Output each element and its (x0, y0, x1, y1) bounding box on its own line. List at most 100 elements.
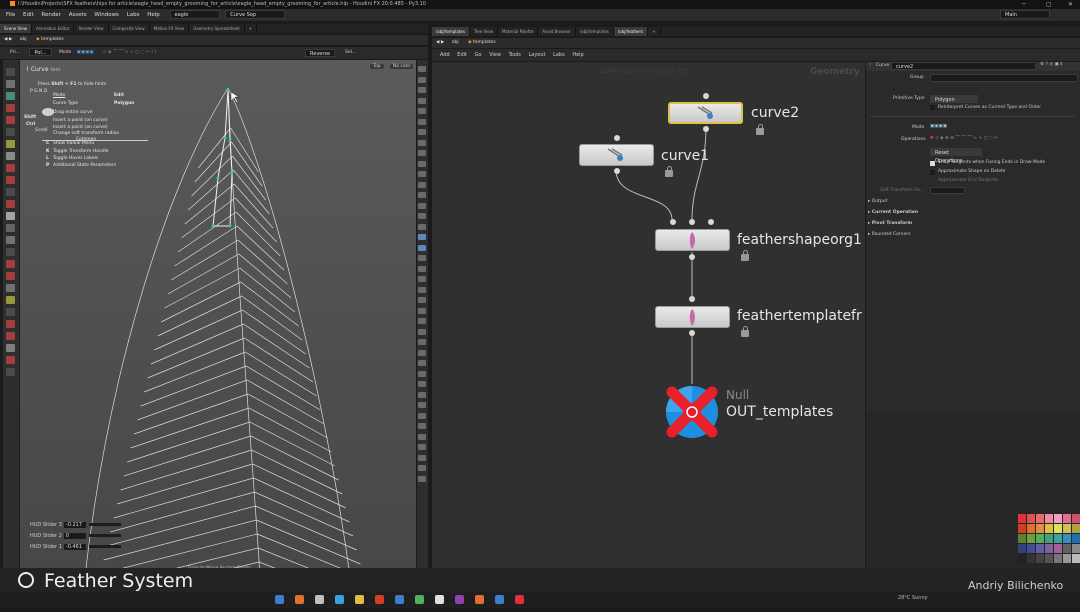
hud-slider-1-track[interactable] (88, 545, 121, 548)
display-option-icon[interactable] (418, 118, 426, 125)
display-option-icon[interactable] (418, 129, 426, 135)
section-pivot-transform[interactable]: ▸ Pivot Transform (868, 221, 912, 226)
tab-composite-view[interactable]: Composite View (109, 24, 150, 33)
net-menu-view[interactable]: View (489, 52, 501, 58)
menu-windows[interactable]: Windows (94, 12, 119, 18)
display-option-icon[interactable] (418, 286, 426, 293)
reverse-button[interactable]: Reverse (305, 49, 336, 57)
tab-scene-view[interactable]: Scene View (0, 24, 32, 33)
operations-buttons[interactable]: ✱ ◇ ◈ ⊕ ⊖ ⌒ ⌒ ⌒ ∿ ∿ ○ ◌ ✂ (930, 135, 998, 141)
maximize-button[interactable]: ▢ (1046, 0, 1052, 9)
net-menu-go[interactable]: Go (475, 52, 482, 58)
lock-icon[interactable] (665, 166, 673, 177)
camera-select[interactable]: No cam (390, 64, 414, 69)
node-out-templates-label[interactable]: OUT_templates (726, 404, 833, 420)
toolbox-tool-icon[interactable] (6, 224, 15, 232)
toolbox-tool-icon[interactable] (6, 284, 15, 292)
reinterpret-checkbox[interactable] (930, 105, 935, 110)
fso-input-port-3[interactable] (708, 219, 714, 225)
display-option-icon[interactable] (418, 97, 426, 104)
soft-transform-field[interactable] (930, 187, 965, 194)
sel-dropdown[interactable]: Sel... (345, 47, 356, 59)
toolbox-tool-icon[interactable] (6, 344, 15, 352)
display-option-icon[interactable] (418, 244, 426, 251)
net-menu-add[interactable]: Add (440, 52, 450, 58)
tab-feathers[interactable]: /obj/feathers (613, 27, 649, 36)
display-option-icon[interactable] (418, 475, 426, 482)
tab-motion-fx-view[interactable]: Motion FX View (150, 24, 190, 33)
hud-slider-3-track[interactable] (88, 523, 121, 526)
reset-operations-button[interactable]: Reset Operations (930, 148, 982, 164)
add-tab-icon-right[interactable]: + (648, 27, 661, 36)
toolbox-tool-icon[interactable] (6, 68, 15, 76)
display-option-icon[interactable] (418, 465, 426, 471)
display-option-icon[interactable] (418, 339, 426, 345)
toolbox-tool-icon[interactable] (6, 164, 15, 172)
network-editor[interactable]: CONFIDENTIAL H20.0.485 Geometry curve2 c… (432, 62, 865, 576)
tab-network-templates[interactable]: /obj/templates (432, 27, 470, 36)
toolbox-tool-icon[interactable] (6, 248, 15, 256)
ftf-output-port[interactable] (689, 330, 695, 336)
node-curve2-label[interactable]: curve2 (751, 105, 799, 121)
tab-render-view[interactable]: Render View (74, 24, 109, 33)
display-option-icon[interactable] (418, 213, 426, 219)
fso-input-port-2[interactable] (689, 219, 695, 225)
display-option-icon[interactable] (418, 265, 426, 272)
section-output[interactable]: ▸ Output (868, 199, 887, 204)
node-curve1[interactable] (579, 144, 654, 166)
display-option-icon[interactable] (418, 381, 426, 387)
display-option-icon[interactable] (418, 234, 426, 240)
hud-slider-2-value[interactable]: 0 (63, 533, 86, 539)
shelf-select[interactable]: Curve Sop (225, 10, 286, 19)
curve1-output-port[interactable] (614, 168, 620, 174)
toolbox-tool-icon[interactable] (6, 332, 15, 340)
toolbox-tool-icon[interactable] (6, 188, 15, 196)
toolbox-tool-icon[interactable] (6, 128, 15, 136)
display-option-icon[interactable] (418, 223, 426, 230)
display-option-icon[interactable] (418, 444, 426, 450)
display-option-icon[interactable] (418, 318, 426, 324)
menu-labs[interactable]: Labs (127, 12, 140, 18)
state-select[interactable]: Pri... (10, 50, 20, 55)
hud-slider-1[interactable]: HUD Slider 1 -0.461 (30, 544, 121, 550)
back-icon-right[interactable]: ◀ ▶ (436, 40, 444, 45)
path-obj-right[interactable]: obj (452, 40, 459, 45)
display-option-icon[interactable] (418, 412, 426, 419)
display-option-icon[interactable] (418, 454, 426, 461)
display-option-icon[interactable] (418, 87, 426, 93)
toolbox-tool-icon[interactable] (6, 176, 15, 184)
lock-icon[interactable] (741, 250, 749, 261)
op-name-field[interactable]: curve2 (891, 62, 1036, 70)
curve1-input-port[interactable] (614, 135, 620, 141)
display-option-icon[interactable] (418, 433, 426, 440)
toolbox-tool-icon[interactable] (6, 272, 15, 280)
net-menu-edit[interactable]: Edit (457, 52, 467, 58)
toolbox-tool-icon[interactable] (6, 356, 15, 364)
fso-output-port[interactable] (689, 254, 695, 260)
tab-geometry-spreadsheet[interactable]: Geometry Spreadsheet (189, 24, 245, 33)
node-feathertemplatefr-label[interactable]: feathertemplatefr (737, 308, 862, 324)
mode-buttons-icon[interactable]: ▣▣▣▣ (77, 50, 94, 55)
group-field[interactable] (930, 74, 1078, 82)
display-option-icon[interactable] (418, 66, 426, 72)
display-option-icon[interactable] (418, 349, 426, 356)
path-templates[interactable]: templates (41, 37, 64, 42)
hud-slider-3[interactable]: HUD Slider 3 -0.217 (30, 522, 121, 528)
primtype-select[interactable]: Polygon (930, 95, 978, 103)
toolbox-tool-icon[interactable] (6, 80, 15, 88)
fso-input-port-1[interactable] (670, 219, 676, 225)
hud-slider-2-track[interactable] (88, 534, 121, 537)
operations-icons[interactable]: ◇ ◈ ⌒ ⌒ ∿ ∿ ○ ◌ ✂ ⌇ ⌇ (103, 50, 157, 55)
display-option-icon[interactable] (418, 76, 426, 83)
mode-param-buttons[interactable]: ▣▣▣▣ (930, 124, 947, 129)
toolbox-tool-icon[interactable] (6, 92, 15, 100)
tab-templates-2[interactable]: /obj/templates (576, 27, 614, 36)
display-option-icon[interactable] (418, 150, 426, 156)
hud-slider-3-value[interactable]: -0.217 (63, 522, 86, 528)
tab-material-palette[interactable]: Material Palette (498, 27, 539, 36)
display-option-icon[interactable] (418, 276, 426, 282)
back-icon[interactable]: ◀ ▶ (4, 37, 12, 42)
hud-slider-1-value[interactable]: -0.461 (63, 544, 86, 550)
display-option-icon[interactable] (418, 402, 426, 408)
curve2-output-port[interactable] (703, 126, 709, 132)
